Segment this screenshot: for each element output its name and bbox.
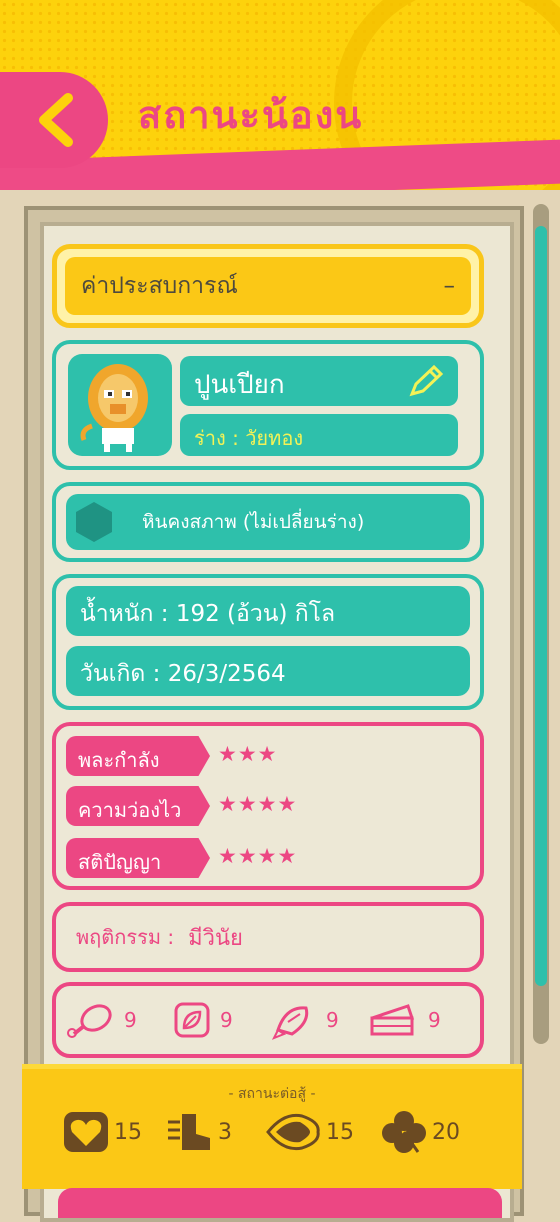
pet-form-bar: ร่าง : วัยทอง <box>180 414 458 456</box>
experience-label: ค่าประสบการณ์ <box>81 273 238 299</box>
chevron-left-icon <box>39 93 73 147</box>
stone-bar[interactable]: หินคงสภาพ (ไม่เปลี่ยนร่าง) <box>66 494 470 550</box>
food-count: 9 <box>326 1008 339 1032</box>
stat-stars: ★★★★ <box>218 844 298 868</box>
pet-name-bar: ปูนเปียก <box>180 356 458 406</box>
battle-stat-speed: 3 <box>166 1110 232 1154</box>
behavior-value: มีวินัย <box>188 925 243 951</box>
hexagon-stone-icon <box>76 502 112 542</box>
pet-avatar <box>68 354 172 456</box>
battle-stat-value: 3 <box>218 1119 232 1145</box>
fish-icon <box>272 1006 309 1040</box>
stat-row-intelligence: สติปัญญา ★★★★ <box>66 838 466 878</box>
clover-icon <box>382 1111 426 1153</box>
stone-label: หินคงสภาพ (ไม่เปลี่ยนร่าง) <box>142 511 365 533</box>
back-button[interactable] <box>0 72 108 168</box>
boot-icon <box>168 1114 210 1150</box>
weight-text: น้ำหนัก : 192 (อ้วน) กิโล <box>80 601 336 627</box>
pencil-edit-icon[interactable] <box>408 364 444 398</box>
page-title: สถานะน้องน <box>138 93 364 137</box>
bottom-action-button[interactable] <box>58 1188 502 1218</box>
behavior-card: พฤติกรรม : มีวินัย <box>52 902 484 972</box>
food-item-fish[interactable]: 9 <box>272 1000 339 1040</box>
leaf-icon <box>174 1002 210 1038</box>
collapse-toggle[interactable]: – <box>444 273 456 299</box>
stat-row-strength: พละกำลัง ★★★ <box>66 736 466 776</box>
meat-icon <box>67 1004 112 1038</box>
cake-icon <box>370 1004 415 1036</box>
stat-row-agility: ความว่องไว ★★★★ <box>66 786 466 826</box>
battle-stat-hp: 15 <box>62 1110 142 1154</box>
weight-bar: น้ำหนัก : 192 (อ้วน) กิโล <box>66 586 470 636</box>
birthday-text: วันเกิด : 26/3/2564 <box>80 661 286 687</box>
experience-bar[interactable]: ค่าประสบการณ์ – <box>65 257 471 315</box>
battle-stat-value: 20 <box>432 1119 460 1145</box>
food-count: 9 <box>220 1008 233 1032</box>
battle-stat-value: 15 <box>326 1119 354 1145</box>
battle-stat-value: 15 <box>114 1119 142 1145</box>
battle-stat-defense: 15 <box>266 1110 354 1154</box>
stat-label: สติปัญญา <box>66 838 210 878</box>
stat-label: พละกำลัง <box>66 736 210 776</box>
stat-stars: ★★★★ <box>218 792 298 816</box>
food-item-cake[interactable]: 9 <box>368 1000 441 1040</box>
stat-label: ความว่องไว <box>66 786 210 826</box>
pet-name: ปูนเปียก <box>194 370 285 400</box>
behavior-label: พฤติกรรม : <box>76 925 175 949</box>
eye-icon <box>266 1113 320 1151</box>
heart-icon <box>64 1112 108 1152</box>
food-item-leaf[interactable]: 9 <box>172 1000 233 1040</box>
food-count: 9 <box>124 1008 137 1032</box>
pet-form: ร่าง : วัยทอง <box>194 426 304 450</box>
food-count: 9 <box>428 1008 441 1032</box>
battle-status-title: - สถานะต่อสู้ - <box>228 1086 316 1102</box>
battle-stat-luck: 20 <box>380 1110 460 1154</box>
food-item-meat[interactable]: 9 <box>66 1000 137 1040</box>
experience-section[interactable]: ค่าประสบการณ์ – <box>52 244 484 328</box>
birthday-bar: วันเกิด : 26/3/2564 <box>66 646 470 696</box>
scrollbar-thumb[interactable] <box>535 226 547 986</box>
lion-pet-icon <box>80 364 148 452</box>
stat-stars: ★★★ <box>218 742 278 766</box>
